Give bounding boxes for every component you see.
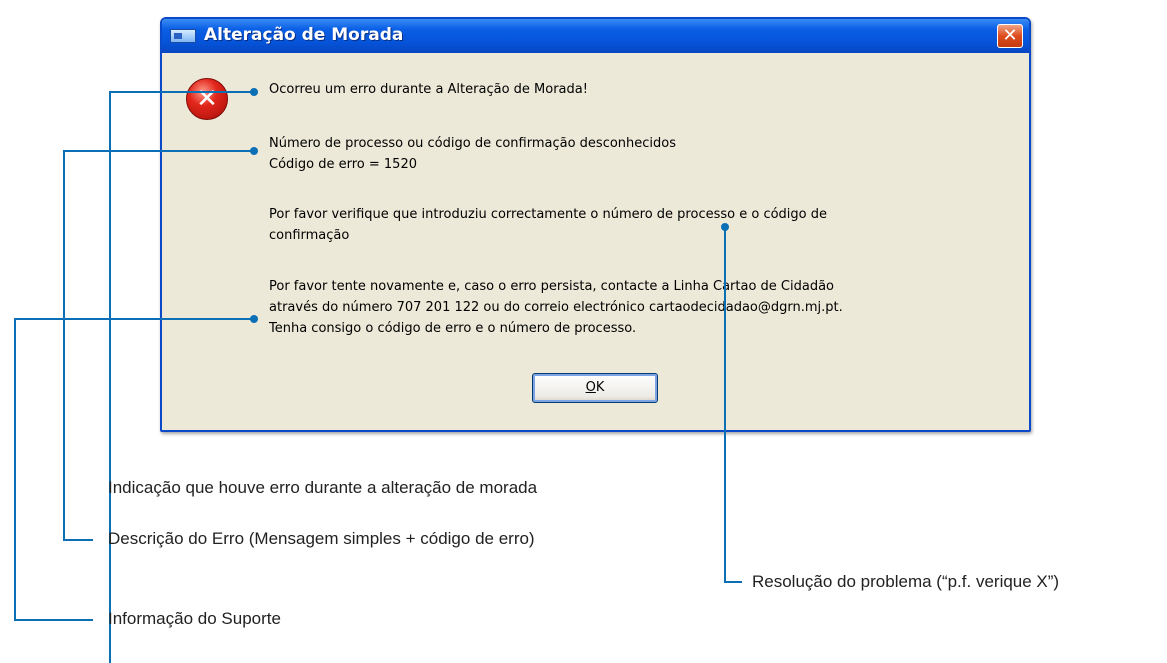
callout-dot-resolution — [721, 223, 729, 231]
callout-line-error-indication-h — [109, 91, 254, 93]
callout-dot-error-indication — [250, 88, 258, 96]
ok-mnemonic: O — [585, 380, 596, 395]
callout-dot-description — [250, 147, 258, 155]
resolution-line-1: Por favor verifique que introduziu corre… — [269, 207, 827, 222]
error-description: Número de processo ou código de confirma… — [269, 136, 677, 151]
callout-line-support-v — [14, 318, 16, 621]
callout-line-support-h-bottom — [14, 619, 93, 621]
title-bar[interactable]: Alteração de Morada ✕ — [162, 19, 1029, 53]
error-code: Código de erro = 1520 — [269, 157, 417, 172]
callout-line-resolution-v — [724, 228, 726, 583]
ok-label-rest: K — [595, 380, 605, 395]
error-x-icon: ✕ — [186, 78, 228, 120]
support-line-1: Por favor tente novamente e, caso o erro… — [269, 279, 834, 294]
error-headline: Ocorreu um erro durante a Alteração de M… — [269, 82, 588, 97]
app-window-icon — [170, 29, 196, 43]
error-dialog: Alteração de Morada ✕ ✕ Ocorreu um erro … — [160, 17, 1031, 432]
callout-line-resolution-h — [724, 581, 742, 583]
caption-support-info: Informação do Suporte — [108, 609, 281, 628]
dialog-title: Alteração de Morada — [204, 25, 404, 45]
ok-button[interactable]: OK — [532, 373, 658, 403]
callout-line-error-indication-v — [109, 91, 111, 663]
callout-line-support-h-top — [14, 318, 254, 320]
resolution-line-2: confirmação — [269, 228, 350, 243]
support-line-2: através do número 707 201 122 ou do corr… — [269, 300, 843, 315]
callout-dot-support — [250, 315, 258, 323]
support-line-3: Tenha consigo o código de erro e o númer… — [269, 321, 637, 336]
caption-resolution: Resolução do problema (“p.f. verique X”) — [752, 572, 1060, 591]
close-button[interactable]: ✕ — [997, 24, 1023, 48]
caption-error-indication: Indicação que houve erro durante a alter… — [108, 478, 538, 497]
caption-error-description: Descrição do Erro (Mensagem simples + có… — [108, 529, 535, 548]
callout-line-description-h-top — [63, 150, 254, 152]
callout-line-description-h-bottom — [63, 539, 93, 541]
callout-line-description-v — [63, 150, 65, 540]
